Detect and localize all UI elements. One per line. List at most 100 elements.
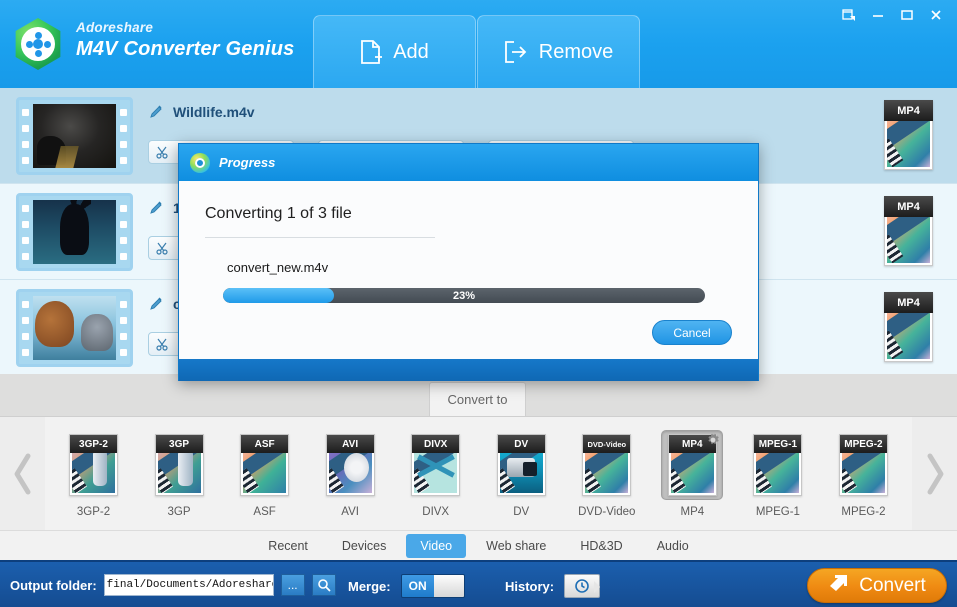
open-folder-search-button[interactable] (312, 574, 336, 596)
remove-file-icon (504, 41, 528, 63)
format-badge: 3GP-2 (70, 435, 117, 453)
carousel-next-button[interactable] (912, 417, 957, 531)
chevron-left-icon (12, 452, 34, 496)
remove-button-label: Remove (539, 41, 613, 64)
toolbar: Add Remove (313, 15, 640, 88)
dialog-footer (179, 359, 758, 381)
gear-icon[interactable] (705, 432, 721, 448)
merge-toggle-state: ON (402, 575, 434, 597)
converting-file-name: convert_new.m4v (227, 260, 732, 275)
format-caption: ASF (253, 506, 275, 518)
format-list: 3GP-2 3GP-2 3GP 3GP ASF ASF AVI AVI (45, 417, 912, 531)
dialog-title-bar: Progress (179, 144, 758, 181)
format-badge: ASF (241, 435, 288, 453)
brand-vendor: Adoreshare (76, 20, 295, 35)
format-badge: DVD-Video (583, 435, 630, 453)
chevron-right-icon (924, 452, 946, 496)
format-badge: DV (498, 435, 545, 453)
merge-toggle-knob (434, 575, 464, 597)
add-button[interactable]: Add (313, 15, 476, 88)
merge-toggle[interactable]: ON (401, 574, 465, 598)
format-item-3gp[interactable]: 3GP 3GP (141, 430, 218, 518)
tab-audio[interactable]: Audio (643, 534, 703, 558)
tab-web-share[interactable]: Web share (472, 534, 560, 558)
dialog-body: Converting 1 of 3 file convert_new.m4v 2… (179, 181, 758, 359)
restore-window-icon[interactable] (836, 4, 862, 26)
format-caption: AVI (341, 506, 359, 518)
convert-arrow-icon (828, 573, 850, 599)
format-caption: DVD-Video (578, 506, 635, 518)
format-caption: MP4 (681, 506, 705, 518)
application-window: Adoreshare M4V Converter Genius Add Remo… (0, 0, 957, 607)
progress-dialog: Progress Converting 1 of 3 file convert_… (178, 143, 759, 381)
category-tabs: Recent Devices Video Web share HD&3D Aud… (0, 530, 957, 560)
format-item-3gp-2[interactable]: 3GP-2 3GP-2 (55, 430, 132, 518)
minimize-icon[interactable] (865, 4, 891, 26)
format-item-asf[interactable]: ASF ASF (226, 430, 303, 518)
format-badge: DIVX (412, 435, 459, 453)
carousel-prev-button[interactable] (0, 417, 45, 531)
dialog-heading: Converting 1 of 3 file (205, 205, 732, 223)
row-format-label: MP4 (884, 100, 933, 121)
dialog-title: Progress (219, 155, 275, 170)
brand-block: Adoreshare M4V Converter Genius (76, 20, 295, 61)
format-caption: DIVX (422, 506, 449, 518)
video-thumbnail (16, 289, 133, 367)
magnifier-icon (317, 578, 331, 592)
format-badge: MPEG-1 (754, 435, 801, 453)
tab-hd-3d[interactable]: HD&3D (566, 534, 636, 558)
output-folder-label: Output folder: (10, 578, 97, 593)
close-icon[interactable] (923, 4, 949, 26)
window-controls (836, 4, 949, 26)
video-thumbnail (16, 193, 133, 271)
scissors-icon (156, 338, 169, 351)
scissors-icon (156, 242, 169, 255)
format-caption: 3GP-2 (77, 506, 110, 518)
history-label: History: (505, 579, 554, 594)
row-output-format[interactable]: MP4 (884, 292, 933, 362)
format-carousel: 3GP-2 3GP-2 3GP 3GP ASF ASF AVI AVI (0, 416, 957, 530)
row-output-format[interactable]: MP4 (884, 196, 933, 266)
format-item-mpeg-1[interactable]: MPEG-1 MPEG-1 (739, 430, 816, 518)
format-caption: MPEG-1 (756, 506, 800, 518)
format-badge: MPEG-2 (840, 435, 887, 453)
format-caption: 3GP (168, 506, 191, 518)
convert-button[interactable]: Convert (807, 568, 947, 603)
progress-bar: 23% (223, 288, 705, 303)
output-folder-input[interactable]: final/Documents/Adoreshare (104, 574, 274, 596)
tab-devices[interactable]: Devices (328, 534, 400, 558)
history-button[interactable] (564, 574, 600, 598)
row-format-label: MP4 (884, 292, 933, 313)
dialog-divider (205, 237, 435, 238)
title-bar: Adoreshare M4V Converter Genius Add Remo… (0, 0, 957, 88)
brand-product: M4V Converter Genius (76, 38, 295, 61)
rename-pencil-icon[interactable] (148, 296, 165, 318)
format-item-avi[interactable]: AVI AVI (312, 430, 389, 518)
tab-convert-to[interactable]: Convert to (429, 382, 526, 416)
tab-recent[interactable]: Recent (254, 534, 322, 558)
row-output-format[interactable]: MP4 (884, 100, 933, 170)
format-item-divx[interactable]: DIVX DIVX (397, 430, 474, 518)
cancel-button[interactable]: Cancel (652, 320, 732, 345)
convert-button-label: Convert (859, 575, 926, 597)
tab-video[interactable]: Video (406, 534, 466, 558)
maximize-icon[interactable] (894, 4, 920, 26)
format-item-dv[interactable]: DV DV (483, 430, 560, 518)
row-format-label: MP4 (884, 196, 933, 217)
app-logo (12, 18, 64, 70)
add-file-icon (360, 40, 382, 64)
merge-label: Merge: (348, 579, 391, 594)
format-caption: MPEG-2 (841, 506, 885, 518)
format-item-mp4[interactable]: MP4 MP4 (654, 430, 731, 518)
format-item-mpeg-2[interactable]: MPEG-2 MPEG-2 (825, 430, 902, 518)
progress-bar-text: 23% (223, 288, 705, 303)
format-item-dvd-video[interactable]: DVD-Video DVD-Video (568, 430, 645, 518)
format-badge: AVI (327, 435, 374, 453)
rename-pencil-icon[interactable] (148, 200, 165, 222)
rename-pencil-icon[interactable] (148, 104, 165, 126)
bottom-toolbar: Output folder: final/Documents/Adoreshar… (0, 560, 957, 607)
browse-folder-button[interactable]: ... (281, 574, 305, 596)
add-button-label: Add (393, 41, 429, 64)
video-thumbnail (16, 97, 133, 175)
remove-button[interactable]: Remove (477, 15, 640, 88)
